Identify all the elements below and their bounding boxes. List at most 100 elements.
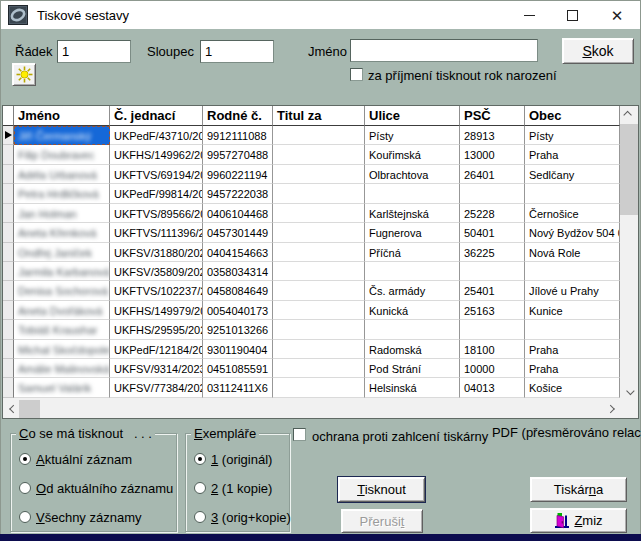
tisknout-button[interactable]: Tisknout: [338, 477, 425, 502]
cell-rodne[interactable]: 0457301449: [203, 223, 273, 242]
cell-obec[interactable]: Nová Role: [525, 243, 620, 262]
cell-jednaci[interactable]: UKFTVS/69194/2023: [110, 165, 203, 184]
row-selector-cell[interactable]: [3, 281, 14, 300]
grid-row[interactable]: Jarmila KarbanováUKFSV/35809/20230358034…: [3, 262, 620, 281]
cell-psc[interactable]: 25163: [460, 301, 525, 320]
column-header-6[interactable]: PSČ: [460, 106, 525, 126]
cell-psc[interactable]: 18100: [460, 340, 525, 359]
sloupec-input[interactable]: 1: [200, 40, 274, 63]
grid-row[interactable]: Tobiáš KrausharUKFHS/29595/2023925101326…: [3, 320, 620, 339]
row-selector-cell[interactable]: [3, 204, 14, 223]
cell-obec[interactable]: Praha: [525, 145, 620, 164]
cell-psc[interactable]: 25228: [460, 204, 525, 223]
cell-rodne[interactable]: 9957270488: [203, 145, 273, 164]
zmiz-button[interactable]: Zmiz: [530, 508, 627, 533]
jmeno-input[interactable]: [350, 39, 538, 62]
grid-row[interactable]: Michal SkočdopoleUKPedF/12184/2023930119…: [3, 340, 620, 359]
row-selector-cell[interactable]: [3, 301, 14, 320]
cell-name[interactable]: Petra Hrdličková: [14, 184, 110, 203]
cell-titul[interactable]: [273, 281, 365, 300]
cell-titul[interactable]: [273, 243, 365, 262]
refresh-button[interactable]: [12, 63, 36, 86]
grid-row[interactable]: Samuel ValárikUKFSV/77384/202303112411X6…: [3, 378, 620, 397]
copies-option-3[interactable]: 3 (orig+kopie): [194, 510, 291, 524]
scroll-down-button[interactable]: [620, 382, 637, 399]
grid-row[interactable]: Jan HolmanUKFTVS/89566/20230406104468Kar…: [3, 204, 620, 223]
cell-psc[interactable]: 04013: [460, 378, 525, 397]
cell-obec[interactable]: Praha: [525, 340, 620, 359]
row-selector-cell[interactable]: [3, 223, 14, 242]
cell-name[interactable]: Tobiáš Kraushar: [14, 320, 110, 339]
cell-obec[interactable]: Jílové u Prahy: [525, 281, 620, 300]
prerusit-button[interactable]: Přerušit: [341, 509, 423, 533]
cell-rodne[interactable]: 9251013266: [203, 320, 273, 339]
cell-rodne[interactable]: 0458084649: [203, 281, 273, 300]
cell-rodne[interactable]: 9960221194: [203, 165, 273, 184]
row-selector-cell[interactable]: [3, 243, 14, 262]
column-header-1[interactable]: Jméno: [14, 106, 110, 126]
cell-rodne[interactable]: 0054040173: [203, 301, 273, 320]
row-selector-cell[interactable]: [3, 184, 14, 203]
cell-obec[interactable]: Černošice: [525, 204, 620, 223]
copies-option-2[interactable]: 2 (1 kopie): [194, 481, 272, 495]
grid-row[interactable]: Amálie MalinovskáUKFSV/9314/2023-1045108…: [3, 359, 620, 378]
skok-button[interactable]: Skok: [562, 38, 634, 64]
cell-psc[interactable]: 26401: [460, 165, 525, 184]
cell-obec[interactable]: Nový Bydžov 504 01: [525, 223, 620, 242]
cell-titul[interactable]: [273, 184, 365, 203]
column-header-4[interactable]: Titul za: [273, 106, 365, 126]
row-selector-cell[interactable]: [3, 126, 14, 145]
cell-titul[interactable]: [273, 378, 365, 397]
cell-ulice[interactable]: Čs. armády: [365, 281, 460, 300]
row-selector-cell[interactable]: [3, 320, 14, 339]
cell-titul[interactable]: [273, 320, 365, 339]
cell-titul[interactable]: [273, 145, 365, 164]
cell-psc[interactable]: 13000: [460, 145, 525, 164]
cell-titul[interactable]: [273, 223, 365, 242]
print-scope-option-1[interactable]: Aktuální záznam: [19, 452, 132, 466]
cell-obec[interactable]: Praha: [525, 359, 620, 378]
grid-row[interactable]: Aneta KřenkováUKFTVS/111396/202304573014…: [3, 223, 620, 242]
cell-rodne[interactable]: 0406104468: [203, 204, 273, 223]
cell-psc[interactable]: [460, 262, 525, 281]
horizontal-scrollbar[interactable]: [3, 400, 620, 418]
cell-rodne[interactable]: 03112411X6: [203, 378, 273, 397]
row-selector-cell[interactable]: [3, 262, 14, 281]
cell-name[interactable]: Samuel Valárik: [14, 378, 110, 397]
cell-rodne[interactable]: 9301190404: [203, 340, 273, 359]
scroll-right-button[interactable]: [603, 400, 620, 417]
grid-body[interactable]: Jiří ČermanskýUKPedF/43710/2023991211108…: [3, 126, 620, 398]
cell-jednaci[interactable]: UKFHS/149962/2023: [110, 145, 203, 164]
row-selector-cell[interactable]: [3, 378, 14, 397]
tiskarna-button[interactable]: Tiskárna: [530, 477, 627, 502]
cell-jednaci[interactable]: UKFTVS/89566/2023: [110, 204, 203, 223]
cell-psc[interactable]: 36225: [460, 243, 525, 262]
cell-rodne[interactable]: 9457222038: [203, 184, 273, 203]
cell-name[interactable]: Adéla Urbanová: [14, 165, 110, 184]
cell-titul[interactable]: [273, 204, 365, 223]
cell-titul[interactable]: [273, 262, 365, 281]
cell-obec[interactable]: [525, 184, 620, 203]
copies-option-1[interactable]: 1 (originál): [194, 452, 272, 466]
horizontal-scroll-thumb[interactable]: [19, 400, 40, 418]
print-scope-option-2[interactable]: Od aktuálního záznamu: [19, 481, 173, 495]
row-selector-cell[interactable]: [3, 359, 14, 378]
cell-rodne[interactable]: 0404154663: [203, 243, 273, 262]
cell-jednaci[interactable]: UKFSV/35809/2023: [110, 262, 203, 281]
cell-titul[interactable]: [273, 165, 365, 184]
cell-obec[interactable]: Košice: [525, 378, 620, 397]
cell-psc[interactable]: [460, 184, 525, 203]
cell-jednaci[interactable]: UKPedF/43710/2023: [110, 126, 203, 145]
cell-psc[interactable]: 10000: [460, 359, 525, 378]
cell-titul[interactable]: [273, 359, 365, 378]
rok-narozeni-checkbox[interactable]: [350, 68, 363, 81]
cell-ulice[interactable]: Příčná: [365, 243, 460, 262]
cell-ulice[interactable]: [365, 262, 460, 281]
cell-name[interactable]: Aneta Dvořáková: [14, 301, 110, 320]
maximize-button[interactable]: [556, 1, 588, 29]
cell-ulice[interactable]: Pod Strání: [365, 359, 460, 378]
row-selector-cell[interactable]: [3, 340, 14, 359]
minimize-button[interactable]: [513, 1, 545, 29]
cell-name[interactable]: Michal Skočdopole: [14, 340, 110, 359]
grid-row[interactable]: Petra HrdličkováUKPedF/99814/20239457222…: [3, 184, 620, 203]
